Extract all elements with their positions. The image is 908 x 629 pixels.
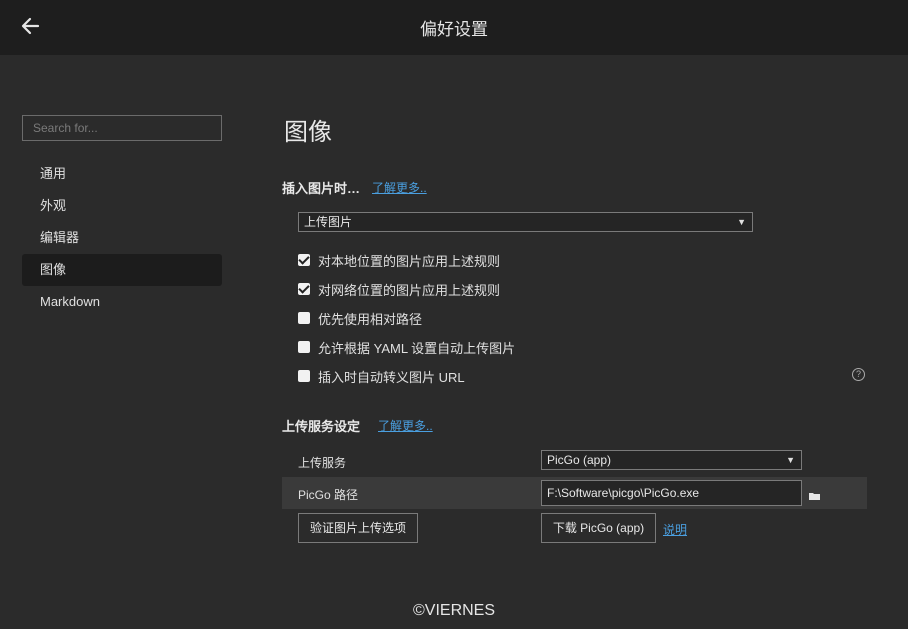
page-title: 图像 [284, 119, 332, 146]
insert-learn-more-link[interactable]: 了解更多.. [372, 179, 427, 196]
question-circle-icon[interactable]: ? [852, 368, 865, 381]
insert-action-select-value: 上传图片 [304, 215, 353, 229]
upload-service-value: PicGo (app) [547, 453, 612, 467]
folder-icon[interactable] [809, 488, 821, 500]
dropdown-arrow-icon: ▼ [786, 455, 795, 465]
sidebar-item-markdown[interactable]: Markdown [22, 286, 222, 318]
verify-upload-button[interactable]: 验证图片上传选项 [298, 513, 418, 543]
download-picgo-button[interactable]: 下载 PicGo (app) [541, 513, 656, 543]
option-label: 允许根据 YAML 设置自动上传图片 [318, 340, 516, 356]
explain-link[interactable]: 说明 [663, 521, 687, 538]
checkbox[interactable] [298, 283, 310, 295]
option-label: 插入时自动转义图片 URL [318, 369, 465, 385]
upload-section-title: 上传服务设定 [282, 419, 361, 434]
option-row[interactable]: 对本地位置的图片应用上述规则 [298, 251, 500, 269]
insert-action-select[interactable]: 上传图片 ▼ [298, 212, 753, 232]
search-input[interactable] [22, 115, 222, 141]
option-row[interactable]: 优先使用相对路径 [298, 309, 422, 327]
insert-section-title: 插入图片时… [282, 181, 361, 196]
upload-service-label: 上传服务 [298, 456, 347, 470]
title-bar: 偏好设置 [0, 0, 908, 55]
picgo-path-input[interactable] [541, 480, 802, 506]
upload-service-select[interactable]: PicGo (app) ▼ [541, 450, 802, 470]
sidebar-item-appearance[interactable]: 外观 [22, 190, 222, 222]
page-header-title: 偏好设置 [420, 20, 488, 39]
sidebar-item-editor[interactable]: 编辑器 [22, 222, 222, 254]
option-label: 对网络位置的图片应用上述规则 [318, 282, 501, 298]
checkbox[interactable] [298, 370, 310, 382]
option-label: 优先使用相对路径 [318, 311, 423, 327]
picgo-path-label: PicGo 路径 [298, 488, 359, 502]
checkbox[interactable] [298, 312, 310, 324]
option-row[interactable]: 对网络位置的图片应用上述规则 [298, 280, 500, 298]
dropdown-arrow-icon: ▼ [737, 217, 746, 227]
footer-watermark: ©VIERNES [412, 602, 496, 619]
checkbox[interactable] [298, 254, 310, 266]
sidebar-item-general[interactable]: 通用 [22, 158, 222, 190]
sidebar-nav: 通用 外观 编辑器 图像 Markdown [22, 158, 222, 318]
option-row[interactable]: 允许根据 YAML 设置自动上传图片 [298, 338, 515, 356]
option-label: 对本地位置的图片应用上述规则 [318, 253, 501, 269]
upload-learn-more-link[interactable]: 了解更多.. [378, 417, 433, 434]
sidebar-item-image[interactable]: 图像 [22, 254, 222, 286]
option-row[interactable]: 插入时自动转义图片 URL [298, 367, 465, 385]
checkbox[interactable] [298, 341, 310, 353]
